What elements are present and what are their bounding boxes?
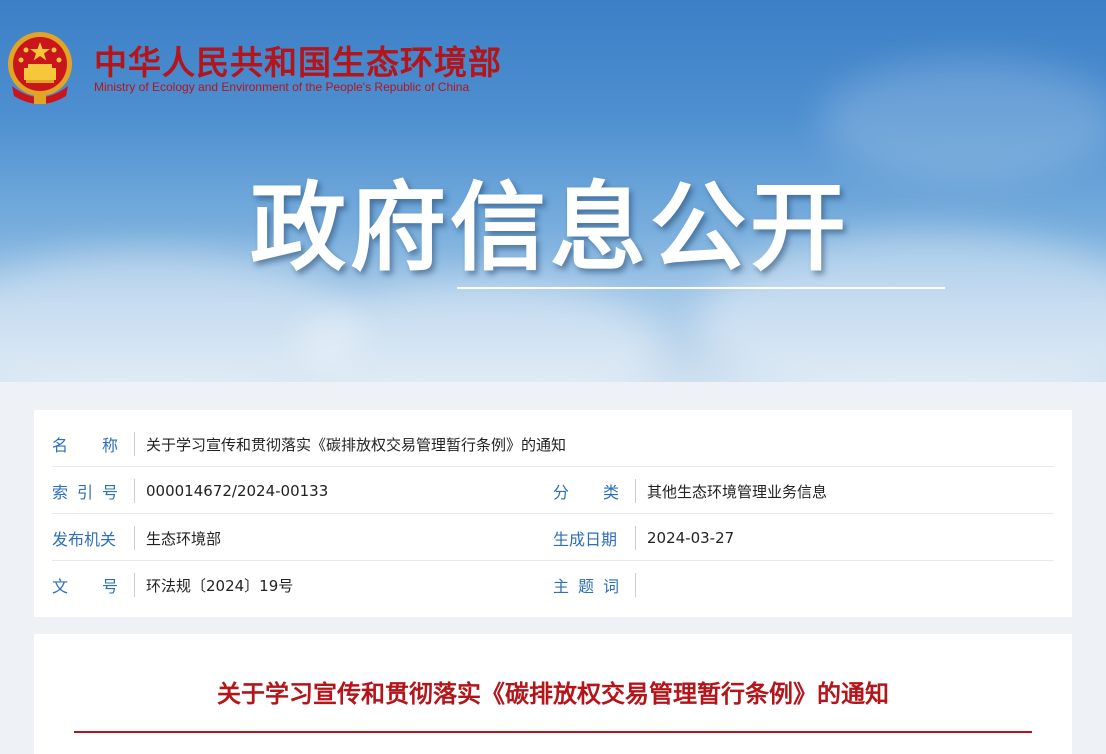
- site-name-en[interactable]: Ministry of Ecology and Environment of t…: [94, 80, 469, 94]
- metadata-row-index: 索引号 000014672/2024-00133 分类 其他生态环境管理业务信息: [52, 467, 1054, 514]
- docno-value: 环法规〔2024〕19号: [146, 576, 294, 595]
- docno-label: 文号: [52, 577, 118, 596]
- metadata-row-docno: 文号 环法规〔2024〕19号 主题词: [52, 561, 1054, 607]
- cloud-decoration: [820, 60, 1106, 180]
- header-banner: 中华人民共和国生态环境部 Ministry of Ecology and Env…: [0, 0, 1106, 382]
- divider: [134, 526, 135, 550]
- name-value: 关于学习宣传和贯彻落实《碳排放权交易管理暂行条例》的通知: [146, 435, 567, 454]
- site-name-cn[interactable]: 中华人民共和国生态环境部: [94, 36, 502, 84]
- page-title: 政府信息公开: [250, 172, 850, 284]
- issuer-value: 生态环境部: [146, 529, 222, 548]
- title-divider: [74, 731, 1032, 733]
- document-title: 关于学习宣传和贯彻落实《碳排放权交易管理暂行条例》的通知: [217, 680, 889, 708]
- metadata-row-name: 名称 关于学习宣传和贯彻落实《碳排放权交易管理暂行条例》的通知: [52, 420, 1054, 467]
- category-label: 分类: [553, 483, 619, 502]
- category-value: 其他生态环境管理业务信息: [647, 482, 828, 501]
- divider: [635, 526, 636, 550]
- main-content: 名称 关于学习宣传和贯彻落实《碳排放权交易管理暂行条例》的通知 索引号 0000…: [0, 382, 1106, 754]
- divider: [134, 573, 135, 597]
- divider: [635, 573, 636, 597]
- cloud-decoration: [300, 280, 660, 382]
- divider: [635, 479, 636, 503]
- divider: [134, 479, 135, 503]
- divider: [134, 432, 135, 456]
- date-label: 生成日期: [553, 530, 618, 549]
- national-emblem-icon[interactable]: [6, 30, 74, 104]
- metadata-row-issuer: 发布机关 生态环境部 生成日期 2024-03-27: [52, 514, 1054, 561]
- document-body: 关于学习宣传和贯彻落实《碳排放权交易管理暂行条例》的通知: [34, 634, 1072, 754]
- name-label: 名称: [52, 436, 118, 455]
- title-underline: [457, 287, 945, 289]
- document-metadata-table: 名称 关于学习宣传和贯彻落实《碳排放权交易管理暂行条例》的通知 索引号 0000…: [34, 410, 1072, 617]
- date-value: 2024-03-27: [647, 529, 735, 547]
- index-value: 000014672/2024-00133: [146, 482, 329, 500]
- issuer-label: 发布机关: [52, 530, 117, 549]
- index-label: 索引号: [52, 483, 118, 502]
- keywords-label: 主题词: [553, 577, 619, 596]
